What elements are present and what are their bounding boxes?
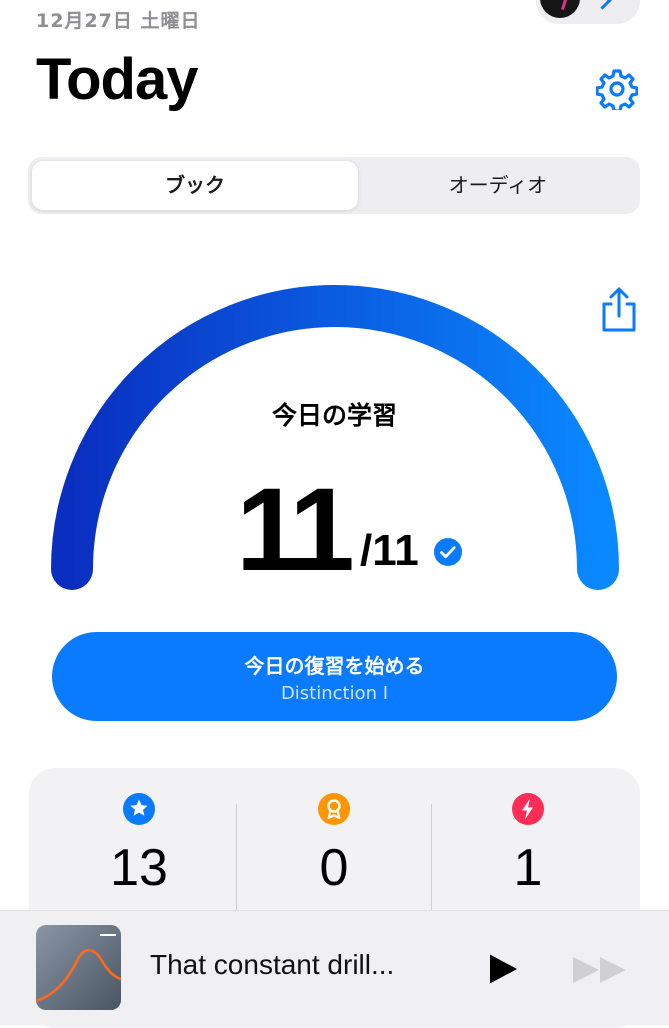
bolt-icon [512, 793, 544, 825]
check-badge-icon [434, 538, 462, 566]
start-review-button[interactable]: 今日の復習を始める Distinction I [52, 632, 617, 721]
progress-total: /11 [360, 526, 419, 575]
start-review-label: 今日の復習を始める [244, 654, 425, 678]
course-name: Distinction I [280, 683, 389, 704]
progress-done-count: 11 [236, 464, 355, 596]
stat-value: 1 [513, 839, 543, 897]
page-title: Today [36, 47, 198, 112]
date-label: 12月27日 土曜日 [36, 10, 201, 32]
segment-book[interactable]: ブック [32, 161, 358, 210]
album-art [36, 925, 121, 1010]
gear-icon[interactable] [596, 68, 638, 110]
segment-audio[interactable]: オーディオ [360, 161, 636, 210]
stat-value: 13 [110, 839, 168, 897]
award-icon [318, 793, 350, 825]
stat-value: 0 [319, 839, 349, 897]
fast-forward-icon[interactable] [572, 955, 628, 985]
play-icon[interactable] [487, 953, 519, 985]
mode-segmented-control: ブック オーディオ [28, 157, 640, 214]
stat-awards[interactable]: 0 [234, 792, 434, 898]
star-icon [123, 793, 155, 825]
stat-stars[interactable]: 13 [39, 792, 239, 898]
stat-streak[interactable]: 1 [428, 792, 628, 898]
track-title: That constant drill... [150, 949, 395, 980]
mini-player[interactable]: That constant drill... [0, 910, 669, 1025]
curve-graphic-icon [36, 934, 121, 1003]
gauge-label: 今日の学習 [271, 401, 397, 430]
